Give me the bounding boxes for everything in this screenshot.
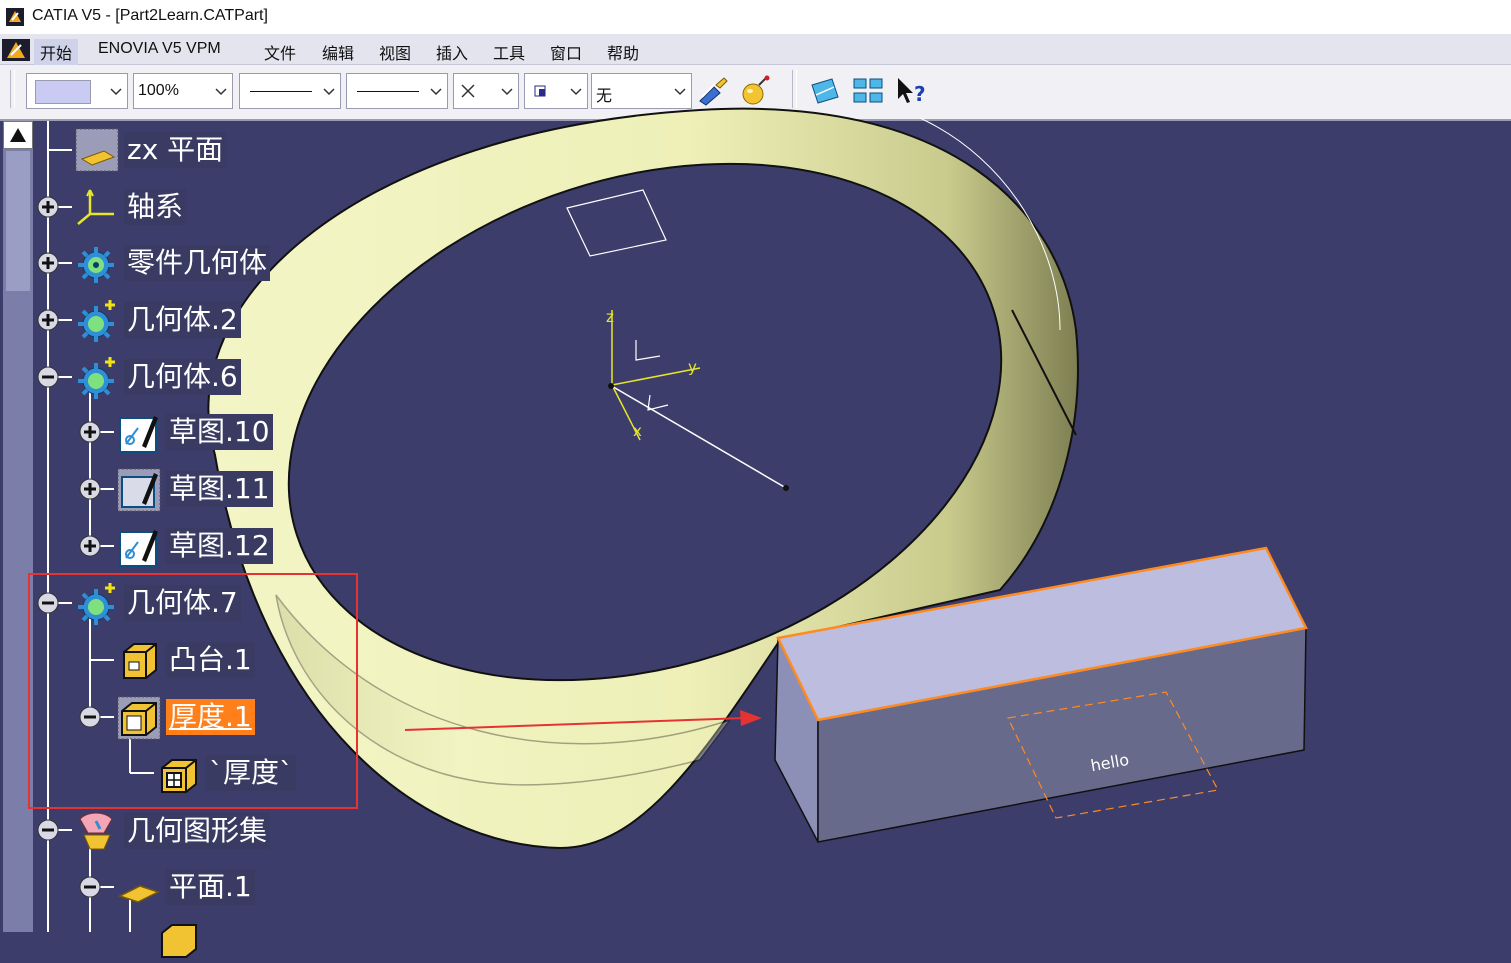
tree-node-body-2[interactable]: 几何体.2 xyxy=(124,302,241,338)
expand-plus-icon[interactable] xyxy=(79,478,101,500)
sketch-icon xyxy=(119,530,158,567)
tree-node-plane-1[interactable]: 平面.1 xyxy=(166,869,255,905)
expand-plus-icon[interactable] xyxy=(79,421,101,443)
collapse-minus-icon[interactable] xyxy=(37,819,59,841)
axis-system-icon xyxy=(77,189,114,225)
specification-tree: zx 平面 轴系 零件几何体 几何体.2 几何体.6 草图.10 草图.11 草… xyxy=(0,121,400,958)
annotation-highlight-box xyxy=(28,573,358,809)
tree-node-body-6[interactable]: 几何体.6 xyxy=(124,359,241,395)
sketch-hidden-icon xyxy=(117,468,161,512)
body-gear-new-icon xyxy=(78,357,115,399)
axis-label-x: x xyxy=(633,422,642,440)
tree-node-zx-plane[interactable]: zx 平面 xyxy=(124,132,227,168)
plane-feature-icon xyxy=(118,885,160,903)
part-body-gear-icon xyxy=(78,247,114,283)
expand-plus-icon[interactable] xyxy=(37,252,59,274)
tree-node-geometrical-set[interactable]: 几何图形集 xyxy=(124,813,271,849)
sketch-icon xyxy=(119,416,158,453)
tree-child-icon xyxy=(161,924,197,958)
axis-label-z: z xyxy=(606,308,614,326)
expand-plus-icon[interactable] xyxy=(79,535,101,557)
geometrical-set-icon xyxy=(79,812,113,850)
tree-node-sketch-10[interactable]: 草图.10 xyxy=(166,414,273,450)
tree-node-sketch-11[interactable]: 草图.11 xyxy=(166,471,273,507)
expand-plus-icon[interactable] xyxy=(37,309,59,331)
body-gear-new-icon xyxy=(78,300,115,342)
tree-node-part-body[interactable]: 零件几何体 xyxy=(124,245,271,281)
tree-connector-lines xyxy=(47,121,154,932)
tree-node-axis-system[interactable]: 轴系 xyxy=(124,189,187,225)
collapse-minus-icon[interactable] xyxy=(79,876,101,898)
collapse-minus-icon[interactable] xyxy=(37,366,59,388)
expand-plus-icon[interactable] xyxy=(37,196,59,218)
plane-icon xyxy=(75,128,119,172)
axis-label-y: y xyxy=(688,358,697,376)
tree-node-sketch-12[interactable]: 草图.12 xyxy=(166,528,273,564)
